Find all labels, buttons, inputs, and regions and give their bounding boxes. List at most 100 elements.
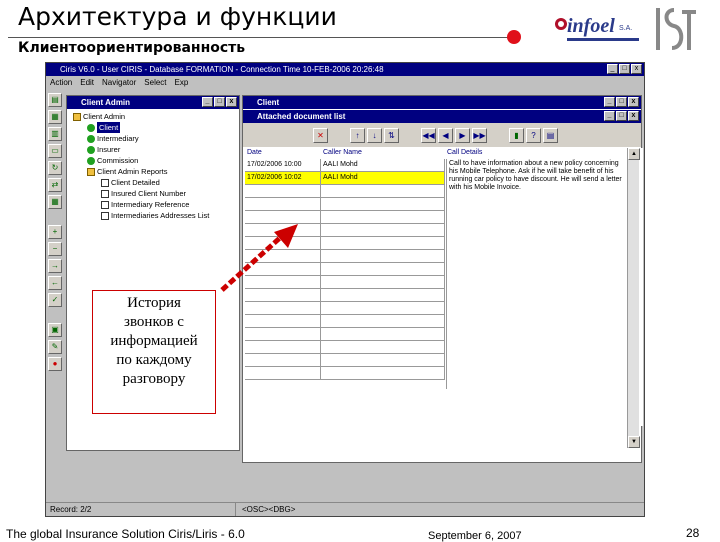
tree-item-intermediary-reference[interactable]: Intermediary Reference [73, 199, 239, 210]
close-button[interactable]: x [631, 64, 642, 74]
cell-caller [321, 302, 445, 314]
green-circle-icon [87, 123, 95, 132]
table-row-selected[interactable]: 17/02/2006 10:02 AALI Mohd [245, 172, 445, 185]
document-tool-icon[interactable]: ▭ [48, 144, 62, 158]
folder-icon [73, 112, 81, 121]
client-admin-close-button[interactable]: x [226, 97, 237, 107]
tree-view-icon[interactable]: ▤ [48, 93, 62, 107]
grid-view-icon[interactable]: ▦ [48, 110, 62, 124]
menu-bar: Action Edit Navigator Select Exp [46, 76, 644, 89]
refresh-icon[interactable]: ↻ [48, 161, 62, 175]
table-row-empty[interactable] [245, 315, 445, 328]
minimize-button[interactable]: _ [607, 64, 618, 74]
table-row-empty[interactable] [245, 341, 445, 354]
help-icon[interactable]: ? [526, 127, 541, 143]
cell-caller [321, 289, 445, 301]
footer-date: September 6, 2007 [428, 530, 522, 542]
cell-date [245, 367, 321, 379]
client-title-bar[interactable]: Client _ □ x [243, 96, 641, 109]
client-admin-minimize-button[interactable]: _ [202, 97, 213, 107]
header-date: Date [247, 149, 262, 156]
cell-caller [321, 250, 445, 262]
attached-maximize-button[interactable]: □ [616, 111, 627, 121]
move-right-icon[interactable]: → [48, 259, 62, 273]
tree-item-client-admin-reports[interactable]: Client Admin Reports [73, 166, 239, 177]
move-left-icon[interactable]: ← [48, 276, 62, 290]
book-icon[interactable]: ▥ [48, 127, 62, 141]
table-row-empty[interactable] [245, 367, 445, 380]
document-icon [101, 189, 109, 198]
delete-record-icon[interactable]: − [48, 242, 62, 256]
infoel-logo-text: infoel [567, 15, 615, 37]
infoel-logo: infoel S.A. [555, 15, 639, 41]
insert-record-icon[interactable]: + [48, 225, 62, 239]
attached-close-button[interactable]: x [628, 111, 639, 121]
tree-item-client-admin[interactable]: Client Admin [73, 111, 239, 122]
sort-ascending-icon[interactable]: ↑ [350, 127, 365, 143]
swap-icon[interactable]: ⇄ [48, 178, 62, 192]
footer-product: The global Insurance Solution Ciris/Liri… [6, 527, 245, 541]
cell-date: 17/02/2006 10:00 [245, 159, 321, 171]
header-call-details: Call Details [447, 149, 483, 156]
client-maximize-button[interactable]: □ [616, 97, 627, 107]
tree-item-client-detailed[interactable]: Client Detailed [73, 177, 239, 188]
cell-caller [321, 211, 445, 223]
client-admin-title-bar[interactable]: Client Admin _ □ x [67, 96, 239, 109]
next-record-icon[interactable]: ▶ [455, 127, 470, 143]
table-row-empty[interactable] [245, 198, 445, 211]
exit-icon[interactable]: ● [48, 357, 62, 371]
delete-document-icon[interactable]: ✕ [313, 127, 328, 143]
attached-minimize-button[interactable]: _ [604, 111, 615, 121]
menu-navigator[interactable]: Navigator [102, 76, 136, 89]
cell-caller [321, 341, 445, 353]
cell-date [245, 315, 321, 327]
scroll-up-icon[interactable]: ▲ [628, 148, 640, 160]
exit-door-icon[interactable]: ▮ [509, 127, 524, 143]
table-row-empty[interactable] [245, 328, 445, 341]
table-row-empty[interactable] [245, 185, 445, 198]
vertical-scrollbar[interactable]: ▲ ▼ [627, 148, 640, 448]
app-title-bar[interactable]: Ciris V6.0 - User CIRIS - Database FORMA… [46, 63, 644, 76]
save-record-icon[interactable]: ✓ [48, 293, 62, 307]
first-record-icon[interactable]: ◀◀ [421, 127, 436, 143]
cell-caller [321, 354, 445, 366]
tree-item-client[interactable]: Client [73, 122, 239, 133]
table-row[interactable]: 17/02/2006 10:00 AALI Mohd [245, 159, 445, 172]
tree-item-insured-client-number[interactable]: Insured Client Number [73, 188, 239, 199]
cell-caller [321, 224, 445, 236]
sort-icon[interactable]: ⇅ [384, 127, 399, 143]
tree-item-insurer[interactable]: Insurer [73, 144, 239, 155]
client-admin-maximize-button[interactable]: □ [214, 97, 225, 107]
sort-descending-icon[interactable]: ↓ [367, 127, 382, 143]
cell-caller [321, 328, 445, 340]
lock-icon[interactable]: ▣ [48, 323, 62, 337]
maximize-button[interactable]: □ [619, 64, 630, 74]
print-icon[interactable]: ▤ [543, 127, 558, 143]
cell-date [245, 302, 321, 314]
left-toolbar: ▤ ▦ ▥ ▭ ↻ ⇄ ▦ + − → ← ✓ ▣ ✎ ● [48, 93, 64, 445]
tools-icon[interactable]: ✎ [48, 340, 62, 354]
grid-tool-icon[interactable]: ▦ [48, 195, 62, 209]
scroll-down-icon[interactable]: ▼ [628, 436, 640, 448]
cell-date [245, 198, 321, 210]
menu-edit[interactable]: Edit [80, 76, 94, 89]
previous-record-icon[interactable]: ◀ [438, 127, 453, 143]
menu-exp[interactable]: Exp [175, 76, 189, 89]
header-caller-name: Caller Name [323, 149, 362, 156]
cell-caller [321, 237, 445, 249]
attached-document-title: Attached document list [257, 112, 346, 121]
last-record-icon[interactable]: ▶▶ [472, 127, 487, 143]
menu-select[interactable]: Select [144, 76, 166, 89]
document-icon [101, 178, 109, 187]
client-close-button[interactable]: x [628, 97, 639, 107]
call-details-text[interactable]: Call to have information about a new pol… [446, 159, 624, 389]
green-circle-icon [87, 156, 95, 165]
menu-action[interactable]: Action [50, 76, 72, 89]
client-minimize-button[interactable]: _ [604, 97, 615, 107]
cell-caller [321, 276, 445, 288]
tree-item-commission[interactable]: Commission [73, 155, 239, 166]
table-row-empty[interactable] [245, 302, 445, 315]
table-row-empty[interactable] [245, 354, 445, 367]
attached-document-title-bar[interactable]: Attached document list _ □ x [243, 110, 641, 123]
tree-item-intermediary[interactable]: Intermediary [73, 133, 239, 144]
